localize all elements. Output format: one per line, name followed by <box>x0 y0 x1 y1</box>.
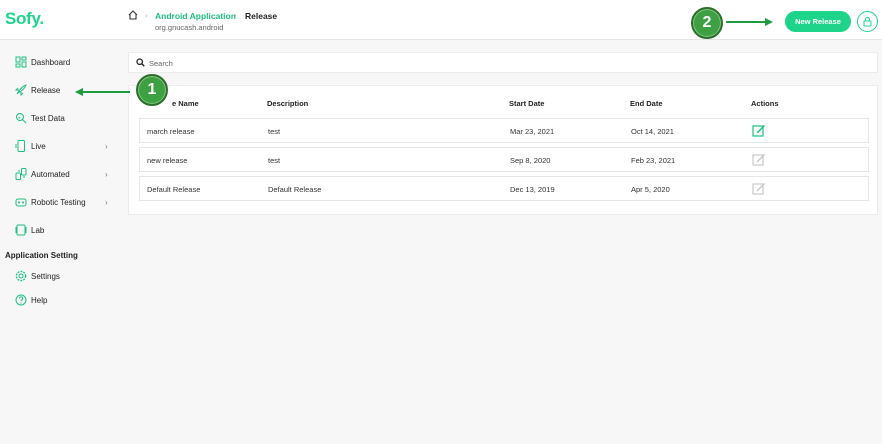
chevron-right-icon: › <box>105 141 108 151</box>
breadcrumb-separator: › <box>145 11 148 20</box>
cell-release-name: march release <box>147 127 195 136</box>
sidebar-item-help[interactable]: Help <box>0 290 120 310</box>
sidebar: Dashboard Release Test Data Live › Autom… <box>0 41 120 444</box>
automated-icon <box>15 168 27 180</box>
callout-1-badge: 1 <box>136 74 168 106</box>
sidebar-item-label: Settings <box>31 271 60 281</box>
callout-2-badge: 2 <box>691 7 723 39</box>
logo-text: Sofy <box>5 9 40 28</box>
chevron-right-icon: › <box>105 197 108 207</box>
table-row[interactable]: new release test Sep 8, 2020 Feb 23, 202… <box>139 147 869 172</box>
new-release-button[interactable]: New Release <box>785 11 851 32</box>
column-header-actions: Actions <box>751 99 779 108</box>
cell-end-date: Apr 5, 2020 <box>631 185 670 194</box>
logo-dot: . <box>39 9 44 28</box>
sidebar-item-label: Dashboard <box>31 57 71 67</box>
robot-icon <box>15 198 27 207</box>
column-header-start-date[interactable]: Start Date <box>509 99 544 108</box>
cell-start-date: Mar 23, 2021 <box>510 127 555 136</box>
sidebar-item-live[interactable]: Live › <box>0 136 120 156</box>
sidebar-item-dashboard[interactable]: Dashboard <box>0 52 120 72</box>
sidebar-item-test-data[interactable]: Test Data <box>0 108 120 128</box>
edit-icon[interactable] <box>752 124 766 137</box>
callout-1-arrow-head <box>75 88 83 96</box>
edit-icon[interactable] <box>752 182 766 195</box>
section-heading-application-setting: Application Setting <box>5 251 78 260</box>
dashboard-icon <box>15 56 27 68</box>
breadcrumb-package-name: org.gnucash.android <box>155 23 224 32</box>
sidebar-item-label: Lab <box>31 225 45 235</box>
callout-2-arrow <box>726 21 766 23</box>
sidebar-item-label: Live <box>31 141 46 151</box>
sidebar-item-lab[interactable]: Lab <box>0 220 120 240</box>
table-row[interactable]: Default Release Default Release Dec 13, … <box>139 176 869 201</box>
user-account-button[interactable] <box>857 11 878 32</box>
lab-icon <box>15 224 27 236</box>
column-header-release-name[interactable]: e Name <box>172 99 199 108</box>
top-bar: Sofy. › Android Application › Release or… <box>0 0 882 40</box>
cell-release-name: new release <box>147 156 188 165</box>
cell-start-date: Sep 8, 2020 <box>510 156 551 165</box>
search-icon <box>136 58 145 67</box>
cell-end-date: Feb 23, 2021 <box>631 156 676 165</box>
home-icon[interactable] <box>128 10 138 20</box>
cell-description: test <box>268 156 281 165</box>
sofy-logo[interactable]: Sofy. <box>5 9 44 29</box>
sidebar-item-robotic-testing[interactable]: Robotic Testing › <box>0 192 120 212</box>
breadcrumb-current: Release <box>245 11 278 21</box>
lock-user-icon <box>863 17 872 27</box>
help-icon <box>15 294 27 306</box>
breadcrumb-separator: › <box>234 11 237 20</box>
chevron-right-icon: › <box>105 169 108 179</box>
cell-start-date: Dec 13, 2019 <box>510 185 555 194</box>
cell-end-date: Oct 14, 2021 <box>631 127 674 136</box>
breadcrumb-app-link[interactable]: Android Application <box>155 11 236 21</box>
sidebar-item-label: Robotic Testing <box>31 197 86 207</box>
cell-description: test <box>268 127 281 136</box>
sidebar-item-label: Test Data <box>31 113 65 123</box>
callout-2-arrow-head <box>765 18 773 26</box>
gear-icon <box>15 270 27 282</box>
release-table: e Name Description Start Date End Date A… <box>128 85 878 215</box>
search-input[interactable] <box>149 56 449 70</box>
search-bar <box>128 52 878 73</box>
cell-description: Default Release <box>268 185 322 194</box>
sidebar-item-settings[interactable]: Settings <box>0 266 120 286</box>
sidebar-item-label: Help <box>31 295 48 305</box>
column-header-description[interactable]: Description <box>267 99 308 108</box>
sidebar-item-automated[interactable]: Automated › <box>0 164 120 184</box>
sidebar-item-label: Automated <box>31 169 70 179</box>
cell-release-name: Default Release <box>147 185 201 194</box>
column-header-end-date[interactable]: End Date <box>630 99 663 108</box>
callout-1-arrow <box>82 91 130 93</box>
sidebar-item-release[interactable]: Release <box>0 80 120 100</box>
test-data-icon <box>16 113 27 124</box>
table-row[interactable]: march release test Mar 23, 2021 Oct 14, … <box>139 118 869 143</box>
edit-icon[interactable] <box>752 153 766 166</box>
sidebar-item-label: Release <box>31 85 61 95</box>
rocket-icon <box>15 84 27 96</box>
phone-icon <box>15 140 25 152</box>
